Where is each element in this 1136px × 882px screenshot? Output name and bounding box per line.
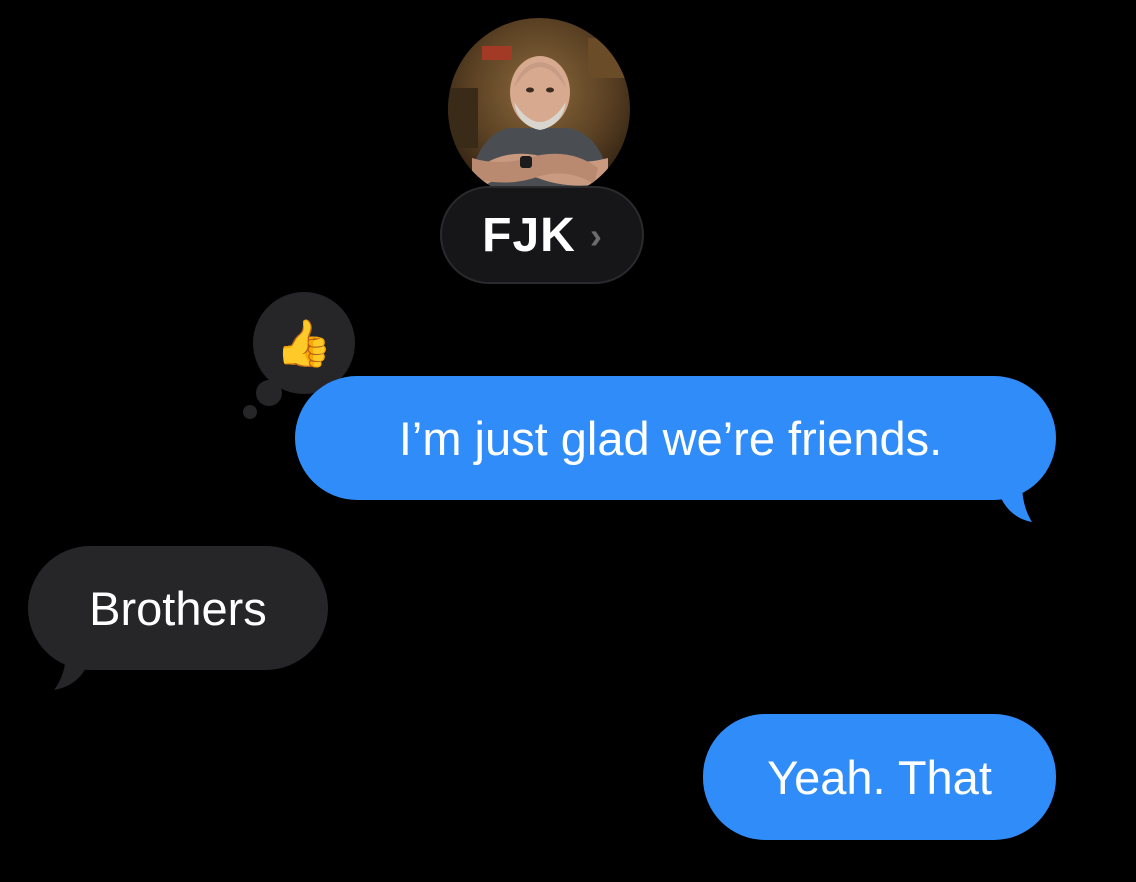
message-bubble-outgoing[interactable]: I’m just glad we’re friends. <box>295 376 1056 500</box>
contact-name: FJK <box>482 208 576 262</box>
message-text: I’m just glad we’re friends. <box>398 411 943 465</box>
message-bubble-outgoing[interactable]: Yeah. That <box>703 714 1056 840</box>
tapback-tail-dot <box>256 380 282 406</box>
message-text: Yeah. That <box>767 750 992 804</box>
contact-avatar[interactable] <box>448 18 630 200</box>
contact-name-button[interactable]: FJK › <box>440 186 644 284</box>
chevron-right-icon: › <box>589 215 602 256</box>
tapback-tail-dot <box>243 405 257 419</box>
contact-photo-icon <box>448 18 630 200</box>
conversation-header: FJK › <box>0 0 1136 300</box>
message-text: Brothers <box>89 581 267 635</box>
bubble-tail <box>54 652 88 690</box>
bubble-tail <box>1000 484 1032 522</box>
